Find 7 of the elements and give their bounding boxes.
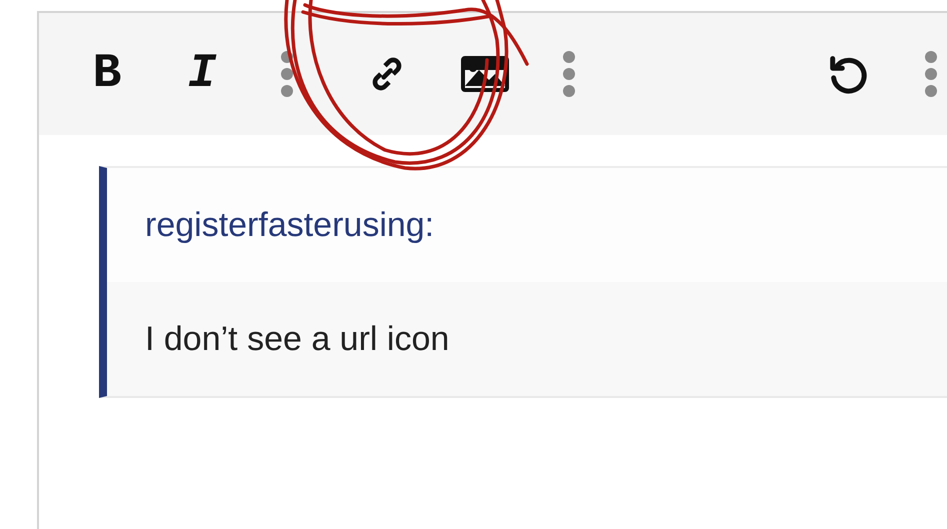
quote-text: I don’t see a url icon: [107, 282, 947, 396]
bold-button[interactable]: B: [83, 46, 131, 102]
italic-button[interactable]: I: [178, 46, 226, 102]
more-icon: [924, 50, 938, 98]
more-icon: [280, 50, 294, 98]
more-icon: [562, 50, 576, 98]
image-icon: [461, 56, 509, 92]
